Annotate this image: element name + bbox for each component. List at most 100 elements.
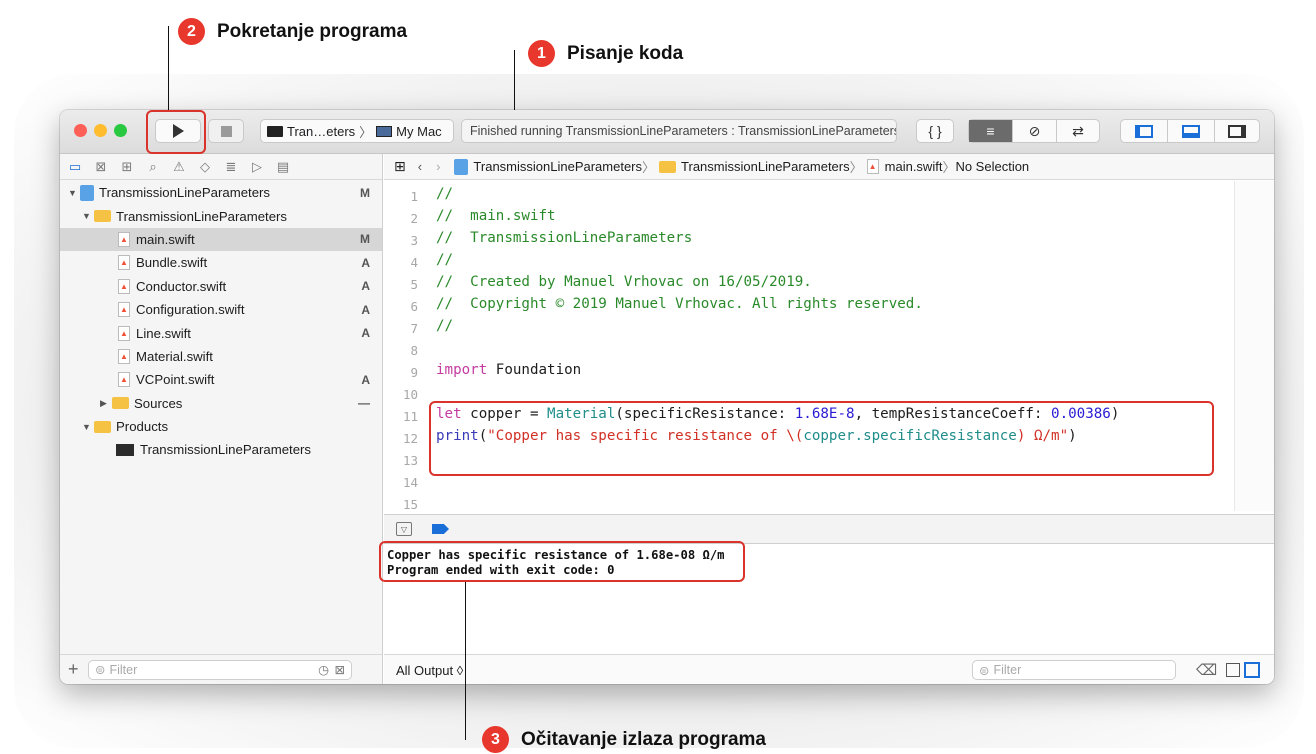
trash-icon[interactable]: ⌫ <box>1196 661 1217 679</box>
minimize-button[interactable] <box>94 124 107 137</box>
zoom-button[interactable] <box>114 124 127 137</box>
tree-item-products[interactable]: ▼ Products <box>60 415 382 438</box>
symbol-icon[interactable]: ⊞ <box>118 158 136 176</box>
annotation-2-number: 2 <box>178 18 205 45</box>
bottom-panel-icon[interactable] <box>1168 120 1215 142</box>
code-line-comment: // Copyright © 2019 Manuel Vrhovac. All … <box>436 296 923 312</box>
code-line-import: import Foundation <box>436 362 582 378</box>
executable-icon <box>116 443 134 456</box>
minimap[interactable] <box>1234 181 1274 511</box>
variables-view-icon[interactable] <box>1226 663 1240 677</box>
disclosure-closed-icon[interactable]: ▶ <box>100 398 112 409</box>
tree-item-label: Line.swift <box>136 325 191 341</box>
warning-icon[interactable]: ⚠ <box>170 158 188 176</box>
left-panel-icon[interactable] <box>1121 120 1168 142</box>
line-number: 15 <box>402 497 418 512</box>
line-number: 8 <box>410 343 418 358</box>
hide-debug-area-icon[interactable]: ▽ <box>396 522 412 536</box>
folder-icon <box>94 420 111 433</box>
line-number: 2 <box>410 211 418 226</box>
line-number: 7 <box>410 321 418 336</box>
status-badge: M <box>360 185 370 200</box>
code-review-button[interactable]: { } <box>916 119 954 143</box>
status-badge: A <box>361 326 370 341</box>
tree-item-line-swift[interactable]: ▲ Line.swift A <box>60 321 382 344</box>
test-icon[interactable]: ◇ <box>196 158 214 176</box>
destination-name[interactable]: My Mac <box>396 124 442 139</box>
breadcrumb-separator: 〉 <box>942 160 956 175</box>
swift-file-icon: ▲ <box>118 372 130 388</box>
tree-item-main-swift[interactable]: ▲ main.swift M <box>60 227 382 252</box>
code-line-comment: // <box>436 186 454 202</box>
status-badge: M <box>360 232 370 247</box>
source-control-filter-icon[interactable]: ⊠ <box>335 662 345 677</box>
status-badge: A <box>361 302 370 317</box>
breakpoint-icon[interactable]: ▷ <box>248 158 266 176</box>
status-badge: A <box>361 255 370 270</box>
disclosure-open-icon[interactable]: ▼ <box>82 211 94 221</box>
tree-item-label: TransmissionLineParameters <box>99 185 271 201</box>
code-line-comment: // <box>436 252 454 268</box>
tree-item-material-swift[interactable]: ▲ Material.swift <box>60 345 382 368</box>
status-badge: A <box>361 279 370 294</box>
annotation-1: 1 Pisanje koda <box>528 40 683 67</box>
tree-item-project[interactable]: ▼ TransmissionLineParameters M <box>60 181 382 204</box>
code-line-comment: // Created by Manuel Vrhovac on 16/05/20… <box>436 274 812 290</box>
search-icon[interactable]: ⌕ <box>144 158 162 176</box>
filter-icon: ⊜ <box>979 663 990 678</box>
annotation-3-number: 3 <box>482 726 509 753</box>
navigator-filter-input[interactable]: ⊜ Filter ◷ ⊠ <box>88 659 352 680</box>
project-navigator: ▭ ⊠ ⊞ ⌕ ⚠ ◇ ≣ ▷ ▤ ▼ TransmissionLinePara… <box>60 154 383 684</box>
tree-item-vcpoint-swift[interactable]: ▲ VCPoint.swift A <box>60 368 382 391</box>
breadcrumb-symbol[interactable]: No Selection <box>955 159 1029 174</box>
assistant-editor-icon[interactable]: ⊘ <box>1013 120 1057 142</box>
output-scope-selector[interactable]: All Output ◊ <box>396 663 463 678</box>
debug-icon[interactable]: ≣ <box>222 158 240 176</box>
breadcrumb-project[interactable]: TransmissionLineParameters <box>473 159 642 174</box>
annotation-1-number: 1 <box>528 40 555 67</box>
tree-item-conductor-swift[interactable]: ▲ Conductor.swift A <box>60 275 382 298</box>
close-button[interactable] <box>74 124 87 137</box>
console-footer: All Output ◊ ⊜ Filter ⌫ <box>384 654 1274 684</box>
scheme-selector[interactable]: Tran…eters 〉 My Mac <box>260 119 454 143</box>
disclosure-open-icon[interactable]: ▼ <box>82 422 94 432</box>
breakpoints-toggle-icon[interactable] <box>432 524 449 534</box>
activity-text: Finished running TransmissionLineParamet… <box>470 124 897 138</box>
related-items-icon[interactable]: ⊞ <box>394 158 406 175</box>
forward-icon[interactable]: › <box>436 159 440 174</box>
tree-item-configuration-swift[interactable]: ▲ Configuration.swift A <box>60 298 382 321</box>
tree-item-bundle-swift[interactable]: ▲ Bundle.swift A <box>60 251 382 274</box>
tree-item-label: Configuration.swift <box>136 302 245 318</box>
tree-item-group[interactable]: ▼ TransmissionLineParameters <box>60 204 382 227</box>
recent-files-icon[interactable]: ◷ <box>318 662 329 677</box>
add-button[interactable]: + <box>68 659 79 680</box>
disclosure-open-icon[interactable]: ▼ <box>68 188 80 198</box>
annotation-1-label: Pisanje koda <box>567 42 684 64</box>
line-number: 3 <box>410 233 418 248</box>
right-panel-icon[interactable] <box>1215 120 1259 142</box>
tree-item-sources[interactable]: ▶ Sources — <box>60 392 382 415</box>
annotation-3-leader <box>465 582 466 740</box>
tree-item-label: TransmissionLineParameters <box>116 208 288 224</box>
version-editor-icon[interactable]: ⇄ <box>1057 120 1099 142</box>
activity-view: Finished running TransmissionLineParamet… <box>461 119 897 143</box>
swift-file-icon: ▲ <box>118 231 130 247</box>
breadcrumb-file[interactable]: main.swift <box>885 159 943 174</box>
stop-icon <box>220 125 232 137</box>
folder-icon[interactable]: ▭ <box>66 158 84 176</box>
panel-toggle-control[interactable] <box>1120 119 1260 143</box>
report-icon[interactable]: ▤ <box>274 158 292 176</box>
back-icon[interactable]: ‹ <box>418 159 422 174</box>
standard-editor-icon[interactable]: ≡ <box>969 120 1013 142</box>
breadcrumb-group[interactable]: TransmissionLineParameters <box>681 159 850 174</box>
editor-mode-control[interactable]: ≡ ⊘ ⇄ <box>968 119 1100 143</box>
stop-button[interactable] <box>208 119 244 143</box>
console-filter-input[interactable]: ⊜ Filter <box>972 660 1176 680</box>
code-line-comment: // TransmissionLineParameters <box>436 230 693 246</box>
source-control-icon[interactable]: ⊠ <box>92 158 110 176</box>
xcode-window: Tran…eters 〉 My Mac Finished running Tra… <box>60 110 1274 684</box>
mac-icon <box>376 125 393 137</box>
console-view-icon[interactable] <box>1244 662 1260 678</box>
tree-item-product-binary[interactable]: TransmissionLineParameters <box>60 438 382 461</box>
line-number: 9 <box>410 365 418 380</box>
